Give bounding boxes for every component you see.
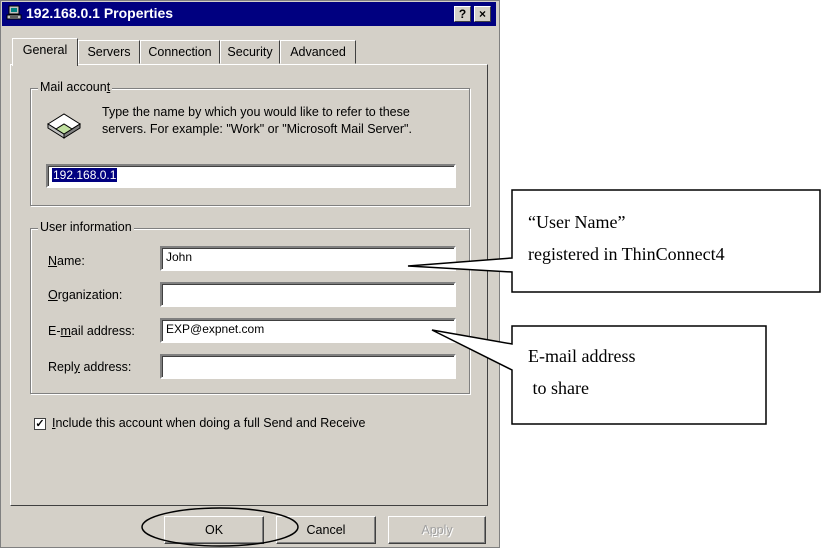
organization-input[interactable]	[160, 282, 456, 307]
mail-account-description-line1: Type the name by which you would like to…	[102, 105, 410, 119]
tab-advanced[interactable]: Advanced	[280, 40, 356, 64]
window-title: 192.168.0.1 Properties	[26, 5, 174, 21]
tab-servers[interactable]: Servers	[78, 40, 140, 64]
network-computer-icon	[6, 5, 22, 20]
ok-button[interactable]: OK	[164, 516, 264, 544]
email-callout-line2: to share	[528, 378, 589, 398]
tab-connection[interactable]: Connection	[140, 40, 220, 64]
user-information-group-label: User information	[38, 220, 134, 234]
cancel-button[interactable]: Cancel	[276, 516, 376, 544]
account-name-input[interactable]: 192.168.0.1	[46, 164, 456, 188]
reply-address-input[interactable]	[160, 354, 456, 379]
include-account-label[interactable]: Include this account when doing a full S…	[52, 416, 365, 430]
title-bar[interactable]: 192.168.0.1 Properties ? ×	[2, 2, 496, 26]
mail-account-group-label: Mail account	[38, 80, 113, 94]
mail-account-description-line2: servers. For example: "Work" or "Microso…	[102, 122, 412, 136]
name-label: Name:	[48, 254, 85, 268]
user-name-callout-line1: “User Name”	[528, 212, 626, 232]
user-name-callout-line2: registered in ThinConnect4	[528, 244, 725, 264]
name-input[interactable]: John	[160, 246, 456, 271]
tab-security[interactable]: Security	[220, 40, 280, 64]
include-account-checkbox[interactable]: ✓	[34, 418, 46, 430]
mail-envelope-icon	[47, 113, 81, 139]
reply-address-label: Reply address:	[48, 360, 132, 374]
close-button[interactable]: ×	[474, 6, 491, 22]
email-callout-line1: E-mail address	[528, 346, 636, 366]
apply-button[interactable]: Apply	[388, 516, 486, 544]
account-name-value: 192.168.0.1	[52, 168, 118, 182]
help-button[interactable]: ?	[454, 6, 471, 22]
email-address-label: E-mail address:	[48, 324, 135, 338]
email-address-input[interactable]: EXP@expnet.com	[160, 318, 456, 343]
organization-label: Organization:	[48, 288, 123, 302]
tab-general[interactable]: General	[12, 38, 78, 66]
